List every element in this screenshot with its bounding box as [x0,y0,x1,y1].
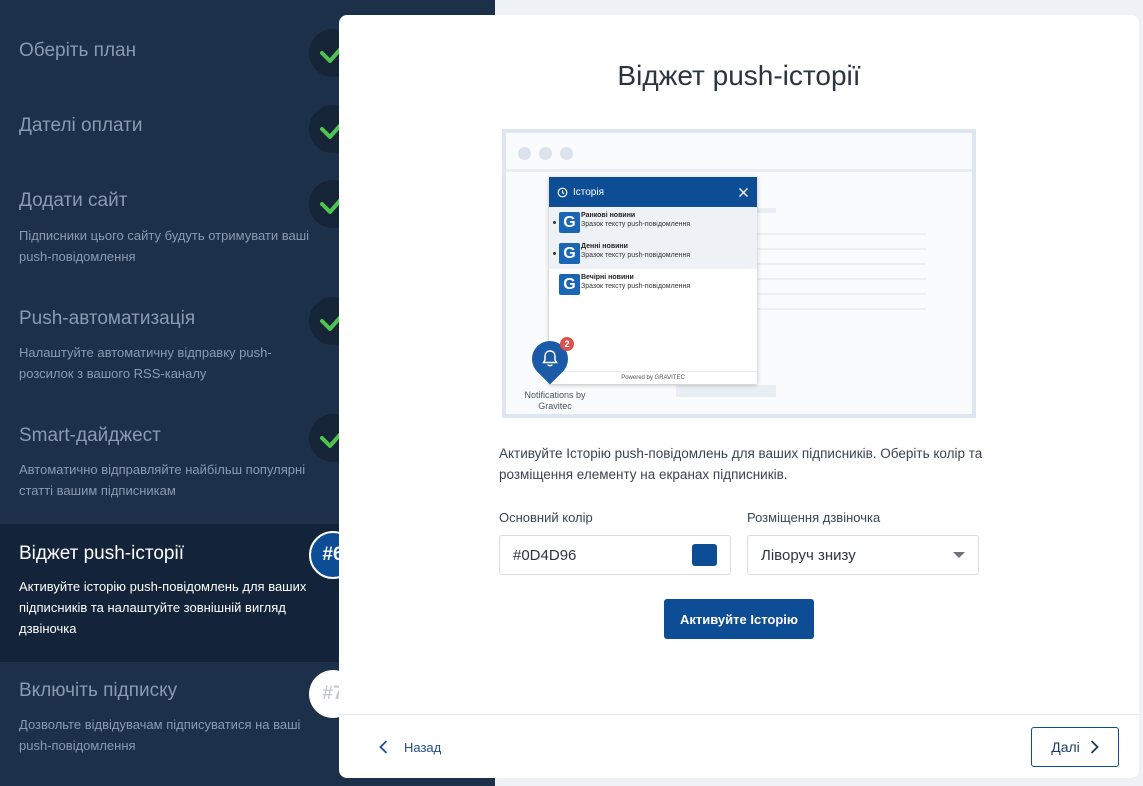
step-title: Smart-дайджест [19,425,161,446]
step-title: Додати сайт [19,190,128,211]
color-input[interactable]: #0D4D96 [499,535,731,575]
bell-caption: Notifications by Gravitec [524,390,586,411]
footer-divider [339,714,1139,715]
page-placeholder-line [756,233,926,235]
history-panel-title: Історія [573,186,605,198]
wizard-card: Віджет push-історії Історія G Ранкові но… [339,15,1139,778]
unread-dot [553,252,556,255]
step-smart-digest[interactable]: Smart-дайджест Автоматично відправляйте … [0,410,357,524]
step-enable-subscription[interactable]: Включіть підписку Дозвольте відвідувачам… [0,662,357,786]
history-item-title: Денні новини [581,243,628,250]
window-dot [560,147,573,160]
color-swatch[interactable] [692,544,717,566]
color-label: Основний колір [499,510,593,525]
clock-icon [557,187,568,198]
step-add-site[interactable]: Додати сайт Підписники цього сайту будут… [0,175,357,295]
unread-dot [553,221,556,224]
page-placeholder-line [756,248,926,250]
next-button[interactable]: Далі [1031,727,1119,767]
powered-by-label: Powered by GRAVITEC [549,371,757,384]
history-item-text: Зразок тексту push-повідомлення [581,283,691,290]
page-placeholder-line [756,278,926,280]
history-item-title: Вечірні новини [581,274,634,281]
step-push-automation[interactable]: Push-автоматизація Налаштуйте автоматичн… [0,295,357,410]
notification-count-badge: 2 [560,337,574,351]
step-description: Підписники цього сайту будуть отримувати… [19,228,310,264]
step-description: Дозвольте відвідувачам підписуватися на … [19,717,301,753]
page-title: Віджет push-історії [617,60,861,91]
next-label: Далі [1051,739,1080,755]
gravitec-logo-icon: G [559,274,580,295]
dropdown-caret-icon [953,552,965,558]
page-placeholder-line [756,293,926,295]
history-item: G Вечірні новини Зразок тексту push-пові… [549,269,757,300]
activate-history-button[interactable]: Активуйте Історію [664,599,814,639]
position-value: Ліворуч знизу [761,546,856,564]
gravitec-logo-icon: G [559,243,580,264]
chevron-right-icon [1090,740,1099,754]
window-dot [539,147,552,160]
page-placeholder-line [756,263,926,265]
history-item-text: Зразок тексту push-повідомлення [581,221,691,228]
history-panel-preview: Історія G Ранкові новини Зразок тексту p… [549,177,757,384]
step-description: Активуйте історію push-повідомлень для в… [19,579,307,636]
back-label: Назад [404,739,442,755]
chevron-left-icon [379,740,388,754]
window-dot [518,147,531,160]
step-description: Автоматично відправляйте найбільш популя… [19,462,306,498]
history-panel-header: Історія [549,177,757,207]
step-title: Включіть підписку [19,680,178,701]
bell-widget-preview: 2 [524,333,576,385]
page-placeholder-block [676,385,776,397]
history-item-title: Ранкові новини [581,212,636,219]
color-value: #0D4D96 [513,546,577,564]
position-label: Розміщення дзвіночка [747,510,881,525]
history-item: G Ранкові новини Зразок тексту push-пові… [549,207,757,238]
step-push-history-widget[interactable]: Віджет push-історії Активуйте історію pu… [0,524,357,662]
step-title: Push-автоматизація [19,308,196,329]
history-item: G Денні новини Зразок тексту push-повідо… [549,238,757,269]
intro-text: Активуйте Історію push-повідомлень для в… [499,446,983,482]
step-title: Оберіть план [19,40,137,61]
window-divider [506,169,972,172]
page-placeholder-block [756,208,776,213]
step-title: Дателі оплати [19,115,143,136]
position-select[interactable]: Ліворуч знизу [747,535,979,575]
back-button[interactable]: Назад [379,735,441,759]
step-payment-details[interactable]: Дателі оплати [0,100,357,175]
widget-preview-illustration: Історія G Ранкові новини Зразок тексту p… [502,129,976,418]
history-item-text: Зразок тексту push-повідомлення [581,252,691,259]
step-choose-plan[interactable]: Оберіть план [0,0,357,100]
step-description: Налаштуйте автоматичну відправку push-ро… [19,345,272,381]
close-icon [738,187,749,198]
gravitec-logo-icon: G [559,212,580,233]
page-placeholder-line [756,308,926,310]
step-title: Віджет push-історії [19,543,184,564]
bell-icon [542,350,558,367]
